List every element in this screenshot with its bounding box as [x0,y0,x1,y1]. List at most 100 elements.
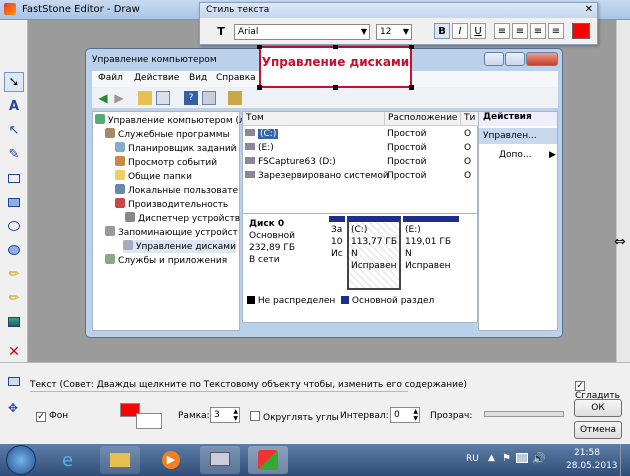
tree-item-task-scheduler[interactable]: Планировщик заданий [115,142,237,155]
maximize-button[interactable] [505,52,525,66]
volume-row[interactable]: Зарезервировано системой Простой О [245,170,477,183]
settings-icon[interactable] [228,91,242,105]
ellipse-tool-icon[interactable] [4,216,24,236]
volume-icon[interactable]: 🔊 [532,452,546,465]
align-justify-button[interactable]: ≡ [548,23,564,39]
pen-tool-icon[interactable]: ✎ [4,144,24,164]
tree-item-device-manager[interactable]: Диспетчер устройств [125,212,240,225]
move-icon[interactable]: ✥ [8,401,18,415]
italic-button[interactable]: I [452,23,468,39]
frame-label: Рамка: [178,411,210,421]
tree-item-root[interactable]: Управление компьютером (л [95,114,245,127]
marker-tool-icon[interactable]: ✏ [4,288,24,308]
pointer-tool-icon[interactable]: ➘ [4,72,24,92]
smooth-checkbox[interactable]: ✓Сгладить [575,380,630,401]
align-right-button[interactable]: ≡ [530,23,546,39]
fill-checkbox[interactable]: ✓ Фон [36,411,68,422]
forward-icon[interactable]: ▶ [112,91,126,105]
app-title: FastStone Editor - Draw [22,4,140,15]
show-tree-icon[interactable] [156,91,170,105]
chevron-down-icon: ▼ [360,27,367,36]
taskbar-ie[interactable]: e [52,446,92,474]
actions-item-disk[interactable]: Управлен... [479,128,557,144]
language-indicator[interactable]: RU [466,454,479,464]
tree-item-disk-management[interactable]: Управление дисками [123,240,236,253]
resize-handle[interactable] [333,85,338,90]
volume-row[interactable]: (E:) Простой О [245,142,477,155]
col-type[interactable]: Ти [461,112,479,126]
partition-c[interactable]: (C:) 113,77 ГБ N Исправен [347,216,401,290]
menu-action[interactable]: Действие [134,73,179,83]
image-tool-icon[interactable] [4,312,24,332]
cm-toolbar: ◀ ▶ ? [92,87,558,109]
tree-item-event-viewer[interactable]: Просмотр событий [115,156,217,169]
text-object[interactable]: Управление дисками [257,44,414,90]
align-center-button[interactable]: ≡ [512,23,528,39]
volume-row[interactable]: (C:) Простой О [245,128,477,141]
tree-item-performance[interactable]: Производительность [115,198,228,211]
drive-icon [245,143,255,150]
align-left-button[interactable]: ≡ [494,23,510,39]
show-desktop-button[interactable] [620,444,630,476]
taskbar-media[interactable]: ▶ [150,446,190,474]
size-select[interactable]: 12 ▼ [376,24,412,40]
tray-arrow-icon[interactable]: ▲ [488,453,495,463]
opacity-slider[interactable] [484,411,564,417]
tree-item-services[interactable]: Службы и приложения [105,254,227,267]
help-icon[interactable]: ? [184,91,198,105]
text-format-icon[interactable]: T [214,23,228,39]
tree-item-system-tools[interactable]: Служебные программы [105,128,230,141]
menu-help[interactable]: Справка [216,73,256,83]
text-color-swatch[interactable] [572,23,590,39]
col-layout[interactable]: Расположение [385,112,461,126]
taskbar-faststone[interactable] [248,446,288,474]
ok-button[interactable]: ОК [574,399,622,417]
clock-date[interactable]: 28.05.2013 [566,461,618,471]
volume-row[interactable]: FSCapture63 (D:) Простой О [245,156,477,169]
rectangle-tool-icon[interactable] [4,168,24,188]
properties-icon[interactable] [202,91,216,105]
col-volume[interactable]: Том [243,112,385,126]
close-icon[interactable]: ✕ [585,4,593,15]
drive-icon [245,171,255,178]
tree-item-storage[interactable]: Запоминающие устройст [105,226,238,239]
network-icon[interactable] [516,453,528,463]
menu-view[interactable]: Вид [189,73,207,83]
menu-file[interactable]: Файл [98,73,123,83]
taskbar-comp-mgmt[interactable] [200,446,240,474]
tree-item-local-users[interactable]: Локальные пользовате [115,184,238,197]
highlighter-tool-icon[interactable]: ✏ [4,264,24,284]
close-button[interactable] [526,52,558,66]
arrow-tool-icon[interactable]: ↖ [4,120,24,140]
resize-handle[interactable] [257,85,262,90]
clock-time[interactable]: 21:58 [574,448,600,458]
partition-e[interactable]: (E:) 119,01 ГБ N Исправен [403,216,459,290]
filled-rect-tool-icon[interactable] [4,192,24,212]
back-icon[interactable]: ◀ [96,91,110,105]
interval-stepper[interactable]: 0 ▲ ▼ [390,407,420,423]
underline-button[interactable]: U [470,23,486,39]
text-tool-icon[interactable]: A [4,96,24,116]
start-button[interactable] [6,445,36,475]
frame-stepper[interactable]: 3 ▲ ▼ [210,407,240,423]
font-select[interactable]: Arial ▼ [234,24,370,40]
disk-info: Диск 0 Основной 232,89 ГБ В сети [249,219,296,265]
bg-color-swatch[interactable] [136,413,162,429]
taskbar: e ▶ RU ▲ ⚑ 🔊 21:58 28.05.2013 [0,444,630,476]
left-toolbar: ➘ A ↖ ✎ ✏ ✏ ✕ [0,20,28,390]
cancel-button[interactable]: Отмена [574,421,622,439]
partition-reserved[interactable]: За 10 Ис [329,216,345,290]
up-folder-icon[interactable] [138,91,152,105]
opacity-label: Прозрач: [430,411,473,421]
canvas-scrollbar[interactable] [616,20,630,362]
minimize-button[interactable] [484,52,504,66]
taskbar-explorer[interactable] [100,446,140,474]
resize-handle[interactable] [409,85,414,90]
flag-icon[interactable]: ⚑ [502,453,511,464]
round-corners-checkbox[interactable]: Округлять углы [250,411,339,423]
bold-button[interactable]: B [434,23,450,39]
filled-ellipse-tool-icon[interactable] [4,240,24,260]
tree-item-shared-folders[interactable]: Общие папки [115,170,192,183]
delete-tool-icon[interactable]: ✕ [4,342,24,362]
actions-item-more[interactable]: Допо... [499,150,532,160]
